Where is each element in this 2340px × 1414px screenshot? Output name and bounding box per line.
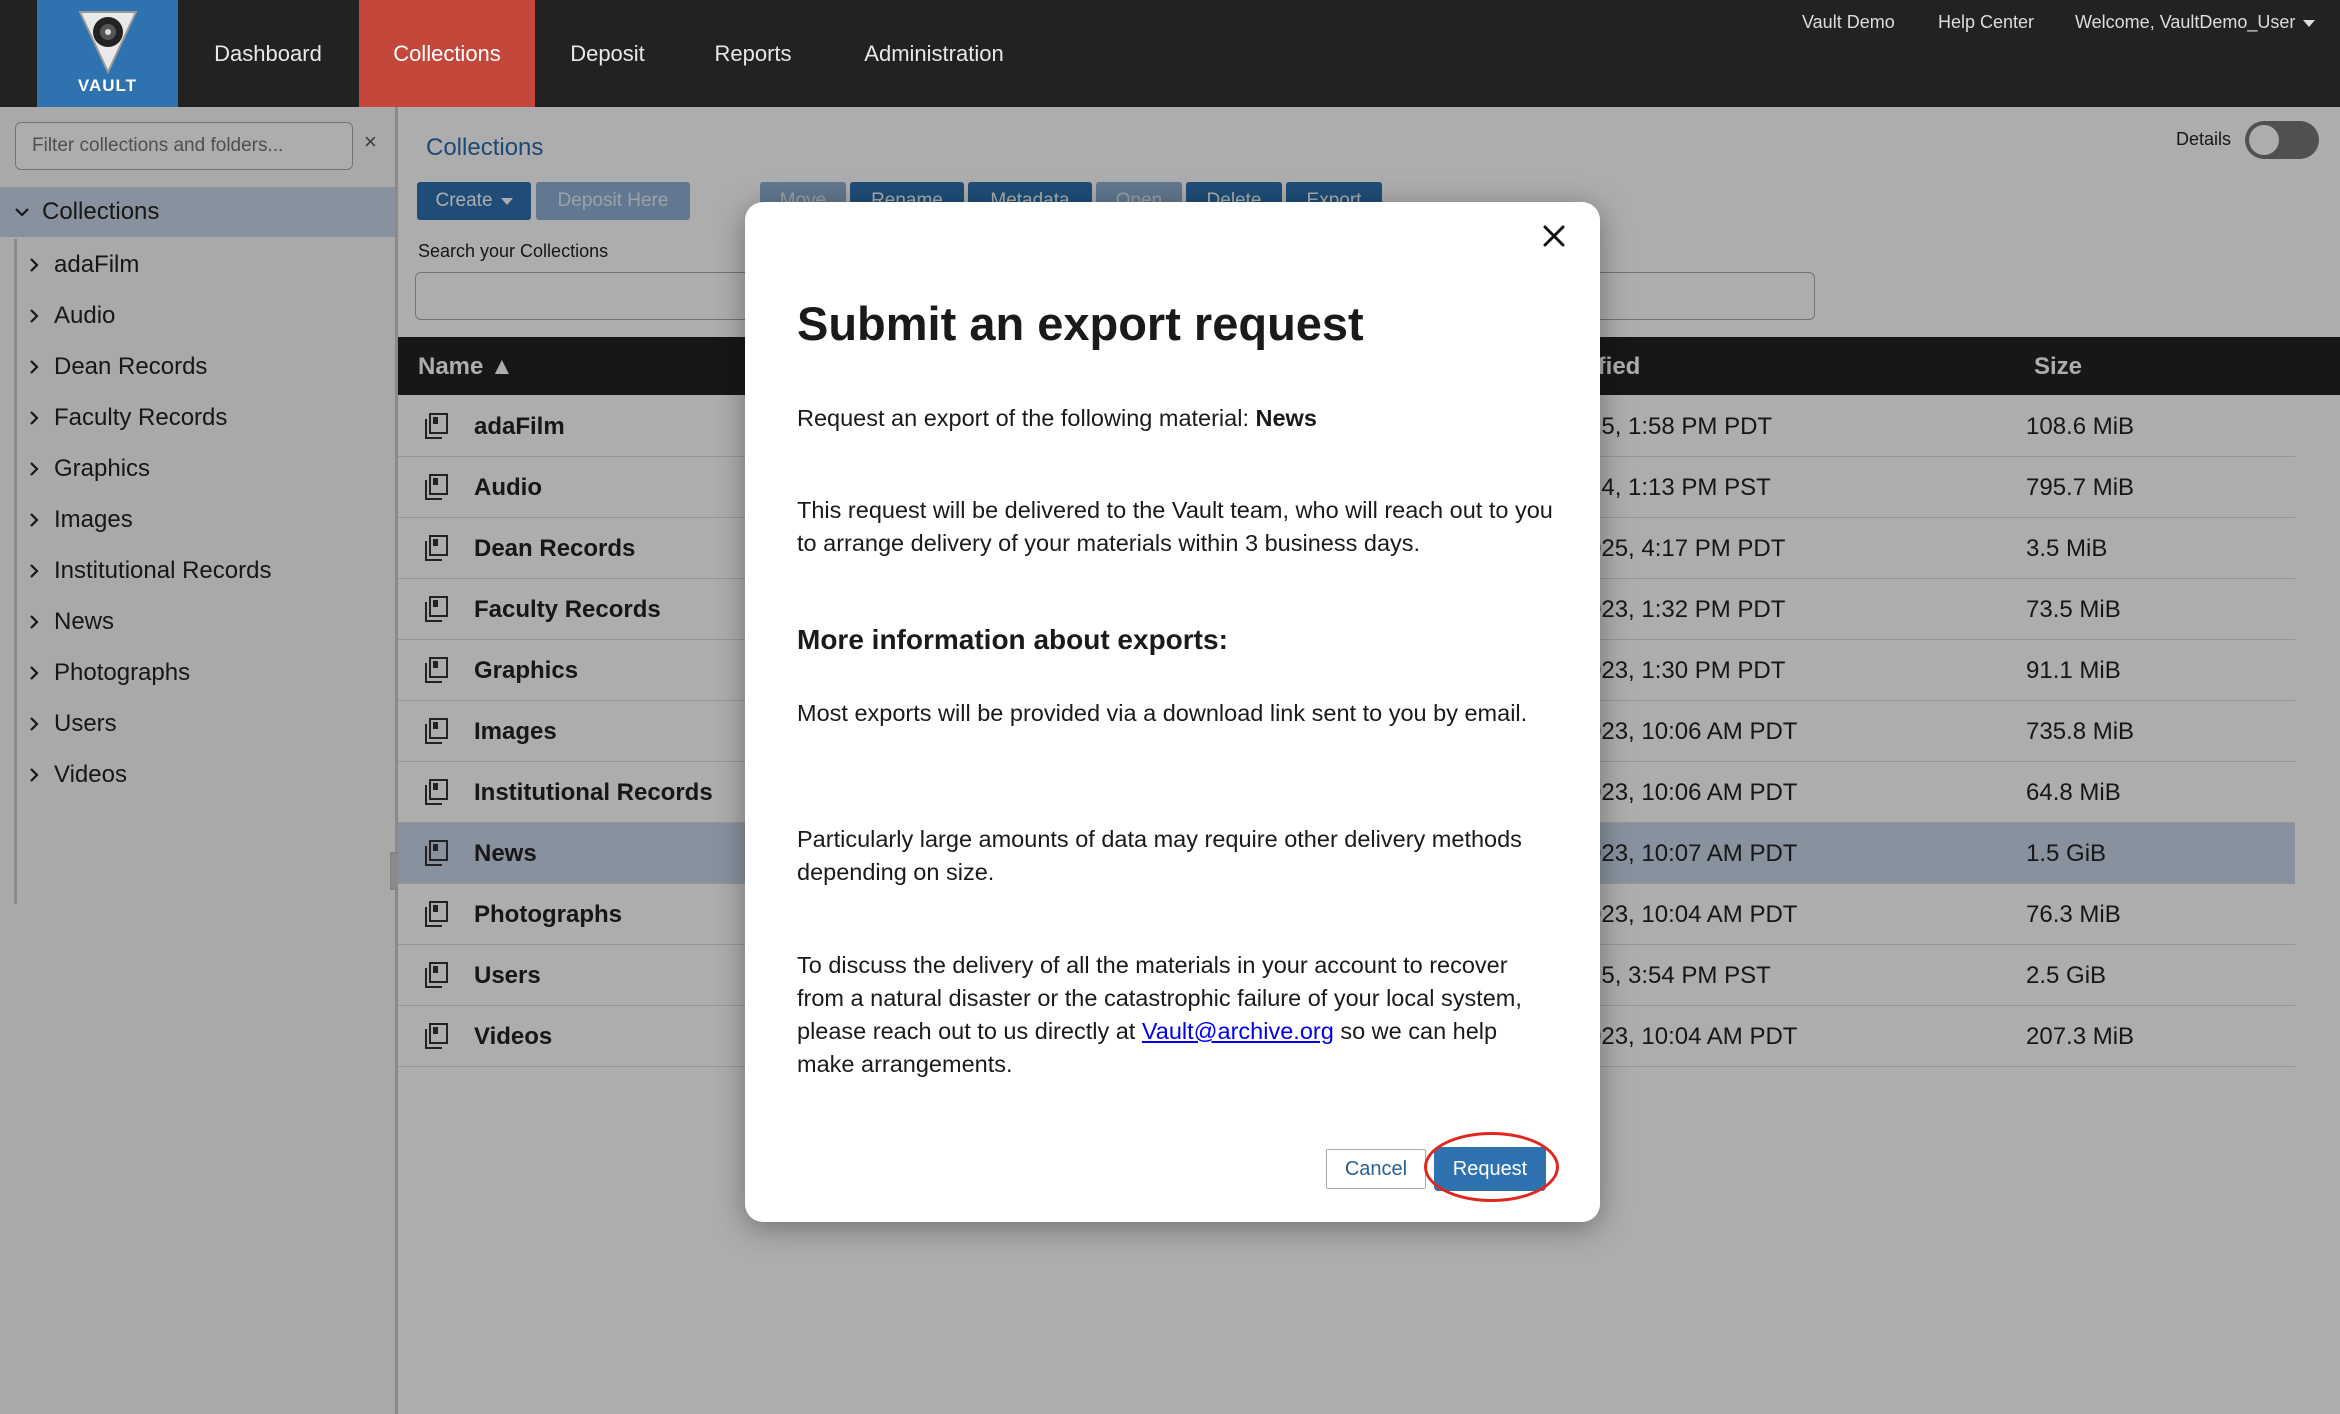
large-data-text: Particularly large amounts of data may r… (797, 826, 1522, 885)
cancel-button[interactable]: Cancel (1326, 1149, 1426, 1189)
nav-dashboard[interactable]: Dashboard (178, 0, 358, 107)
top-navbar: VAULT Dashboard Collections Deposit Repo… (0, 0, 2340, 107)
vault-logo[interactable]: VAULT (37, 0, 178, 107)
user-menu[interactable]: Welcome, VaultDemo_User (2075, 12, 2316, 33)
disaster-recovery-text: To discuss the delivery of all the mater… (797, 949, 1557, 1081)
caret-down-icon (2303, 19, 2316, 27)
logo-text: VAULT (77, 76, 138, 95)
modal-title: Submit an export request (797, 297, 1364, 350)
export-intro-text: Request an export of the following mater… (797, 402, 1557, 435)
nav-deposit[interactable]: Deposit (535, 0, 680, 107)
vault-demo-link[interactable]: Vault Demo (1802, 12, 1895, 33)
welcome-text: Welcome, VaultDemo_User (2075, 12, 2296, 32)
vault-shield-icon (77, 11, 138, 74)
delivery-text: This request will be delivered to the Va… (797, 497, 1553, 556)
nav-collections[interactable]: Collections (359, 0, 535, 107)
download-link-text: Most exports will be provided via a down… (797, 700, 1528, 726)
nav-administration[interactable]: Administration (826, 0, 1042, 107)
request-button[interactable]: Request (1434, 1147, 1546, 1191)
export-material-name: News (1255, 405, 1317, 431)
help-center-link[interactable]: Help Center (1938, 12, 2034, 33)
intro-prefix: Request an export of the following mater… (797, 405, 1256, 431)
more-info-heading: More information about exports: (797, 624, 1228, 655)
vault-email-link[interactable]: Vault@archive.org (1142, 1018, 1334, 1044)
export-request-modal: Submit an export request Request an expo… (745, 202, 1600, 1222)
close-icon[interactable] (1536, 218, 1572, 254)
nav-reports[interactable]: Reports (680, 0, 826, 107)
